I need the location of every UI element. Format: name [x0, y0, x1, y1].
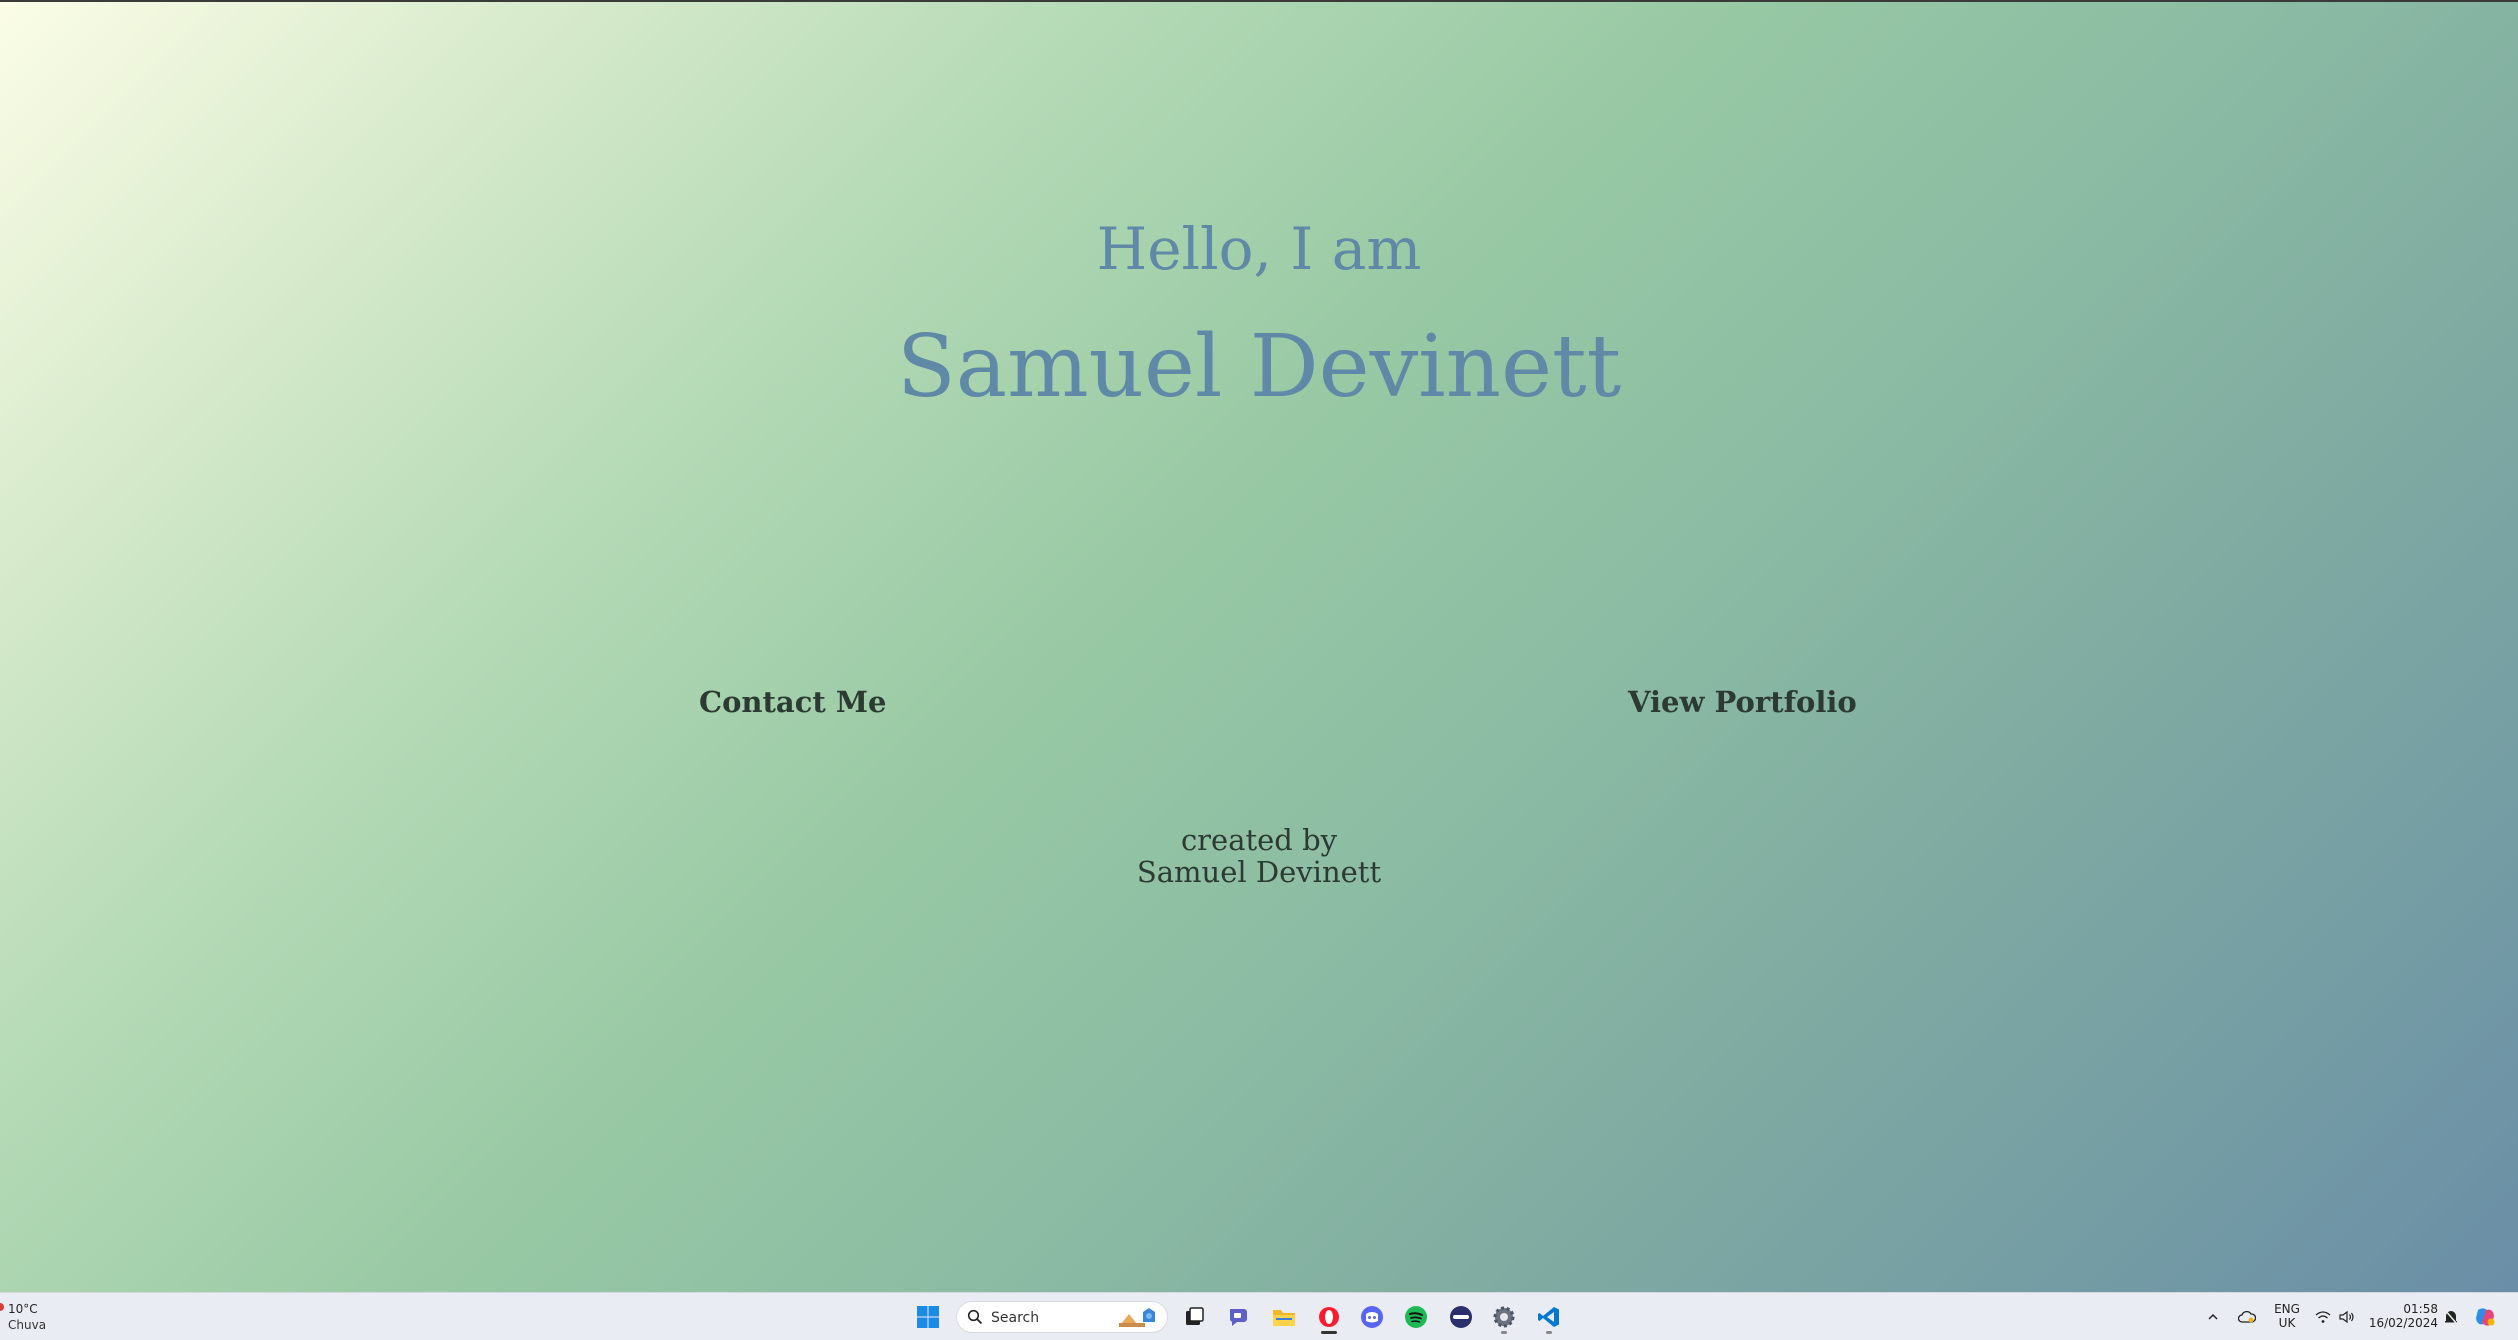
windows-taskbar: 10°C Chuva Search ENG UK 01:58 16/02/202… [0, 1292, 2518, 1340]
active-indicator [1321, 1331, 1337, 1334]
wifi-icon[interactable] [2312, 1303, 2334, 1331]
credit-line-2: Samuel Devinett [1136, 855, 1382, 889]
weather-temperature: 10°C [8, 1302, 38, 1316]
weather-condition: Chuva [8, 1318, 47, 1332]
contact-me-link[interactable]: Contact Me [699, 688, 886, 717]
created-by-credit: created by Samuel Devinett [0, 824, 2518, 888]
vscode-icon[interactable] [1535, 1303, 1563, 1334]
app-icon[interactable] [1447, 1303, 1475, 1331]
search-icon [967, 1309, 983, 1329]
taskbar-search-box[interactable]: Search [956, 1301, 1168, 1333]
clock-time: 01:58 [2403, 1302, 2438, 1316]
region-code: UK [2278, 1316, 2296, 1330]
notification-bell-icon[interactable] [2440, 1303, 2462, 1331]
running-indicator [1546, 1331, 1552, 1334]
language-code: ENG [2274, 1302, 2300, 1316]
owner-name-heading: Samuel Devinett [896, 317, 1622, 417]
onedrive-icon[interactable] [2236, 1303, 2258, 1331]
teams-chat-icon[interactable] [1225, 1303, 1253, 1331]
discord-icon[interactable] [1358, 1303, 1386, 1331]
clock-date: 16/02/2024 [2368, 1316, 2438, 1330]
start-icon[interactable] [914, 1303, 942, 1331]
weather-widget[interactable]: 10°C Chuva [0, 1300, 60, 1334]
spotify-icon[interactable] [1402, 1303, 1430, 1331]
task-view-icon[interactable] [1180, 1303, 1208, 1331]
view-portfolio-link[interactable]: View Portfolio [1628, 688, 1857, 717]
portfolio-page: Hello, I am Samuel Devinett Contact Me V… [0, 0, 2518, 1292]
copilot-icon[interactable] [2472, 1303, 2498, 1331]
weather-alert-icon [0, 1303, 4, 1311]
running-indicator [1501, 1331, 1507, 1334]
language-indicator[interactable]: ENG UK [2272, 1302, 2302, 1330]
settings-icon[interactable] [1490, 1303, 1518, 1334]
opera-icon[interactable] [1315, 1303, 1343, 1334]
greeting-text: Hello, I am [1096, 215, 1422, 283]
credit-line-1: created by [1180, 823, 1338, 857]
search-label: Search [991, 1310, 1040, 1326]
chevron-up-icon[interactable] [2202, 1303, 2224, 1331]
search-highlight-icon [1117, 1306, 1159, 1334]
clock[interactable]: 01:58 16/02/2024 [2368, 1302, 2438, 1330]
volume-icon[interactable] [2336, 1303, 2358, 1331]
file-explorer-icon[interactable] [1270, 1303, 1298, 1331]
